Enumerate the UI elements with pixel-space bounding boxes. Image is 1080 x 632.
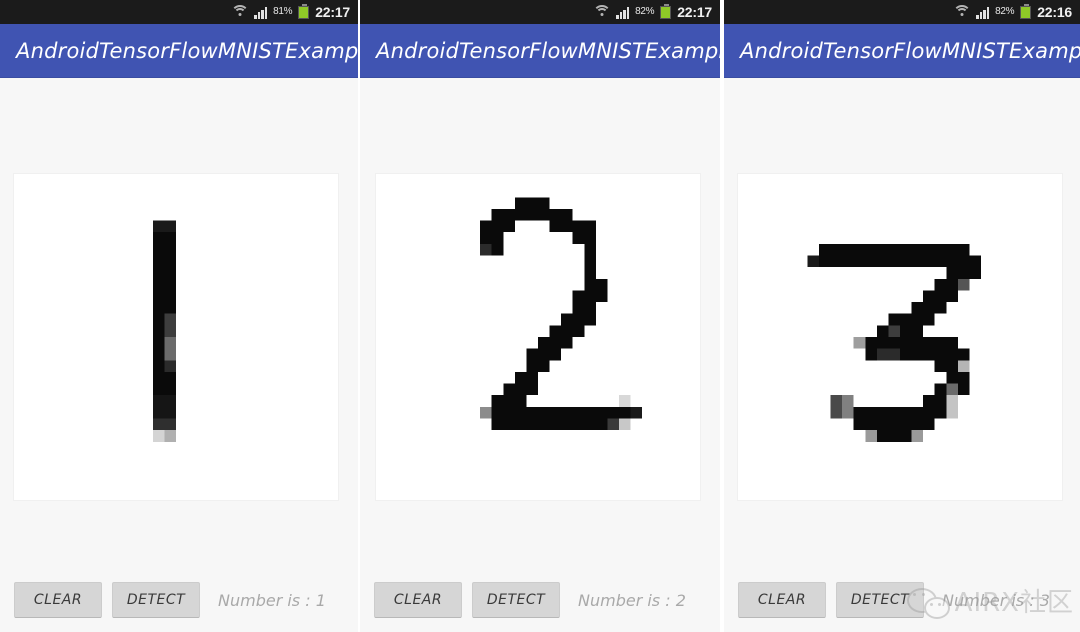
digit-2-drawing: [376, 174, 700, 500]
status-bar: 81% 22:17: [0, 0, 358, 24]
signal-bars-icon: [976, 6, 990, 19]
action-bar: AndroidTensorFlowMNISTExample: [0, 24, 358, 78]
battery-percent-label: 82%: [995, 6, 1015, 17]
battery-icon: [1020, 3, 1032, 19]
result-label: Number is : 2: [578, 590, 686, 610]
screen-content: CLEAR DETECT Number is : 2: [360, 78, 720, 632]
status-clock: 22:17: [677, 4, 712, 20]
app-title: AndroidTensorFlowMNISTExample: [740, 38, 1080, 63]
clear-button[interactable]: CLEAR: [738, 582, 826, 618]
result-label: Number is : 3: [942, 590, 1050, 610]
battery-icon: [298, 3, 310, 19]
result-label: Number is : 1: [218, 590, 326, 610]
wifi-icon: [231, 5, 250, 19]
status-clock: 22:16: [1037, 4, 1072, 20]
screen-content: CLEAR DETECT Number is : 3 AIRX社区: [724, 78, 1080, 632]
controls-row: CLEAR DETECT Number is : 1: [14, 582, 326, 618]
drawing-canvas[interactable]: [376, 174, 700, 500]
phone-screen-2: 82% 22:17 AndroidTensorFlowMNISTExample: [360, 0, 720, 632]
action-bar: AndroidTensorFlowMNISTExample: [360, 24, 720, 78]
phone-screen-3: 82% 22:16 AndroidTensorFlowMNISTExample: [724, 0, 1080, 632]
screen-content: CLEAR DETECT Number is : 1: [0, 78, 358, 632]
action-bar: AndroidTensorFlowMNISTExample: [724, 24, 1080, 78]
controls-row: CLEAR DETECT Number is : 2: [374, 582, 686, 618]
digit-1-drawing: [14, 174, 338, 500]
signal-bars-icon: [616, 6, 630, 19]
screenshot-triptych: 81% 22:17 AndroidTensorFlowMNISTExample: [0, 0, 1080, 632]
drawing-canvas[interactable]: [738, 174, 1062, 500]
app-title: AndroidTensorFlowMNISTExample: [16, 38, 358, 63]
status-clock: 22:17: [315, 4, 350, 20]
clear-button[interactable]: CLEAR: [374, 582, 462, 618]
detect-button[interactable]: DETECT: [112, 582, 200, 618]
status-bar: 82% 22:17: [360, 0, 720, 24]
detect-button[interactable]: DETECT: [836, 582, 924, 618]
controls-row: CLEAR DETECT Number is : 3: [738, 582, 1050, 618]
phone-screen-1: 81% 22:17 AndroidTensorFlowMNISTExample: [0, 0, 358, 632]
wifi-icon: [593, 5, 612, 19]
battery-percent-label: 82%: [635, 6, 655, 17]
status-bar: 82% 22:16: [724, 0, 1080, 24]
signal-bars-icon: [254, 6, 268, 19]
detect-button[interactable]: DETECT: [472, 582, 560, 618]
app-title: AndroidTensorFlowMNISTExample: [376, 38, 720, 63]
battery-icon: [660, 3, 672, 19]
battery-percent-label: 81%: [273, 6, 293, 17]
wifi-icon: [953, 5, 972, 19]
digit-3-drawing: [738, 174, 1062, 500]
clear-button[interactable]: CLEAR: [14, 582, 102, 618]
drawing-canvas[interactable]: [14, 174, 338, 500]
